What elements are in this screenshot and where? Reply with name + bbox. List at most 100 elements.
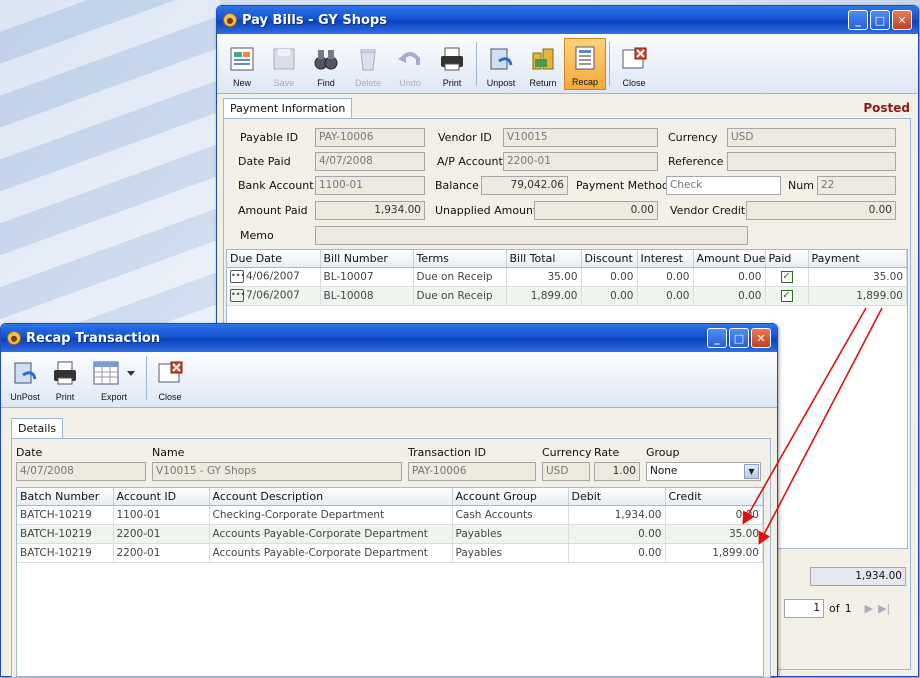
table-row[interactable]: •••4/06/2007 BL-10007 Due on Receip 35.0… [227, 267, 907, 287]
col-payment[interactable]: Payment [808, 250, 907, 268]
toolbar-separator [609, 42, 610, 86]
payment-method-field[interactable]: Check [666, 176, 781, 195]
ap-account-field[interactable]: 2200-01 [503, 152, 658, 171]
table-row[interactable]: BATCH-10219 2200-01 Accounts Payable-Cor… [17, 524, 763, 544]
paid-checkbox[interactable]: ✓ [780, 271, 793, 283]
tab-details[interactable]: Details [11, 418, 64, 438]
close-button[interactable]: Close [150, 352, 190, 404]
reference-field[interactable] [727, 152, 896, 171]
page-of-label: of [829, 602, 840, 615]
minimize-button[interactable]: _ [707, 328, 727, 348]
amount-due-cell: 0.00 [693, 286, 766, 306]
pay-bills-titlebar: ● Pay Bills - GY Shops _ □ ✕ [217, 6, 918, 34]
bank-account-field[interactable]: 1100-01 [315, 176, 425, 195]
table-row[interactable]: BATCH-10219 2200-01 Accounts Payable-Cor… [17, 543, 763, 563]
ellipsis-button[interactable]: ••• [230, 270, 245, 283]
col-paid[interactable]: Paid [765, 250, 809, 268]
col-interest[interactable]: Interest [637, 250, 694, 268]
window-title: Recap Transaction [26, 330, 161, 346]
amount-paid-label: Amount Paid [238, 204, 308, 217]
save-button[interactable]: Save [263, 38, 305, 90]
maximize-button[interactable]: □ [729, 328, 749, 348]
rate-field[interactable]: 1.00 [594, 462, 640, 481]
account-id-cell: 2200-01 [113, 543, 210, 563]
tab-payment-information[interactable]: Payment Information [223, 98, 353, 118]
close-window-button[interactable]: ✕ [892, 10, 912, 30]
col-discount[interactable]: Discount [581, 250, 638, 268]
num-field[interactable]: 22 [817, 176, 896, 195]
paid-checkbox[interactable]: ✓ [780, 290, 793, 302]
toolbar-separator [476, 42, 477, 86]
window-title: Pay Bills - GY Shops [242, 12, 387, 28]
undo-button[interactable]: Undo [389, 38, 431, 90]
recycle-bin-icon [353, 44, 383, 74]
vendor-id-field[interactable]: V10015 [503, 128, 658, 147]
export-spreadsheet-icon [89, 358, 139, 388]
toolbar-separator [146, 356, 147, 400]
bill-total-cell: 35.00 [506, 267, 582, 287]
ellipsis-button[interactable]: ••• [230, 289, 245, 302]
currency-field[interactable]: USD [542, 462, 590, 481]
vendor-credit-label: Vendor Credit [670, 204, 746, 217]
new-button[interactable]: New [221, 38, 263, 90]
col-bill-total[interactable]: Bill Total [506, 250, 582, 268]
maximize-button[interactable]: □ [870, 10, 890, 30]
payable-id-field[interactable]: PAY-10006 [315, 128, 425, 147]
find-button[interactable]: Find [305, 38, 347, 90]
col-bill-number[interactable]: Bill Number [320, 250, 414, 268]
date-field[interactable]: 4/07/2008 [16, 462, 146, 481]
rate-label: Rate [594, 446, 620, 459]
transaction-id-field[interactable]: PAY-10006 [408, 462, 536, 481]
close-form-icon [619, 44, 649, 74]
chevron-down-icon[interactable]: ▼ [744, 464, 759, 479]
printer-icon [50, 358, 80, 388]
amount-due-cell: 0.00 [693, 267, 766, 287]
export-button[interactable]: Export [85, 352, 143, 404]
col-account-description[interactable]: Account Description [209, 488, 453, 506]
next-page-icon[interactable]: ▶ [865, 602, 873, 615]
col-account-id[interactable]: Account ID [113, 488, 210, 506]
col-amount-due[interactable]: Amount Due [693, 250, 766, 268]
col-credit[interactable]: Credit [665, 488, 763, 506]
currency-field[interactable]: USD [727, 128, 896, 147]
payment-cell[interactable]: 35.00 [808, 267, 907, 287]
print-button[interactable]: Print [45, 352, 85, 404]
amount-paid-field[interactable]: 1,934.00 [315, 201, 425, 220]
group-label: Group [646, 446, 680, 459]
return-button[interactable]: Return [522, 38, 564, 90]
col-due-date[interactable]: Due Date [227, 250, 321, 268]
account-description-cell: Accounts Payable-Corporate Department [209, 543, 453, 563]
col-terms[interactable]: Terms [413, 250, 507, 268]
unpost-button[interactable]: Unpost [480, 38, 522, 90]
ap-account-label: A/P Account [437, 155, 503, 168]
close-button[interactable]: Close [613, 38, 655, 90]
recap-button[interactable]: Recap [564, 38, 606, 90]
app-icon: ● [7, 331, 21, 345]
credit-cell: 1,899.00 [665, 543, 763, 563]
batch-number-cell: BATCH-10219 [17, 505, 114, 525]
page-number-input[interactable]: 1 [784, 599, 824, 618]
payment-cell[interactable]: 1,899.00 [808, 286, 907, 306]
unpost-button[interactable]: UnPost [5, 352, 45, 404]
col-batch-number[interactable]: Batch Number [17, 488, 114, 506]
table-row[interactable]: •••7/06/2007 BL-10008 Due on Receip 1,89… [227, 286, 907, 306]
table-row[interactable]: BATCH-10219 1100-01 Checking-Corporate D… [17, 505, 763, 525]
recap-sheet-icon [570, 43, 600, 73]
currency-label: Currency [542, 446, 592, 459]
col-account-group[interactable]: Account Group [452, 488, 569, 506]
name-field[interactable]: V10015 - GY Shops [152, 462, 402, 481]
print-button[interactable]: Print [431, 38, 473, 90]
currency-label: Currency [668, 131, 718, 144]
transaction-id-label: Transaction ID [408, 446, 487, 459]
due-date-cell: 7/06/2007 [246, 289, 300, 302]
memo-field[interactable] [315, 226, 748, 245]
close-window-button[interactable]: ✕ [751, 328, 771, 348]
col-debit[interactable]: Debit [568, 488, 666, 506]
delete-button[interactable]: Delete [347, 38, 389, 90]
last-page-icon[interactable]: ▶| [878, 602, 890, 615]
minimize-button[interactable]: _ [848, 10, 868, 30]
balance-field: 79,042.06 [481, 176, 568, 195]
name-label: Name [152, 446, 185, 459]
bill-number-cell: BL-10008 [320, 286, 414, 306]
date-paid-field[interactable]: 4/07/2008 [315, 152, 425, 171]
